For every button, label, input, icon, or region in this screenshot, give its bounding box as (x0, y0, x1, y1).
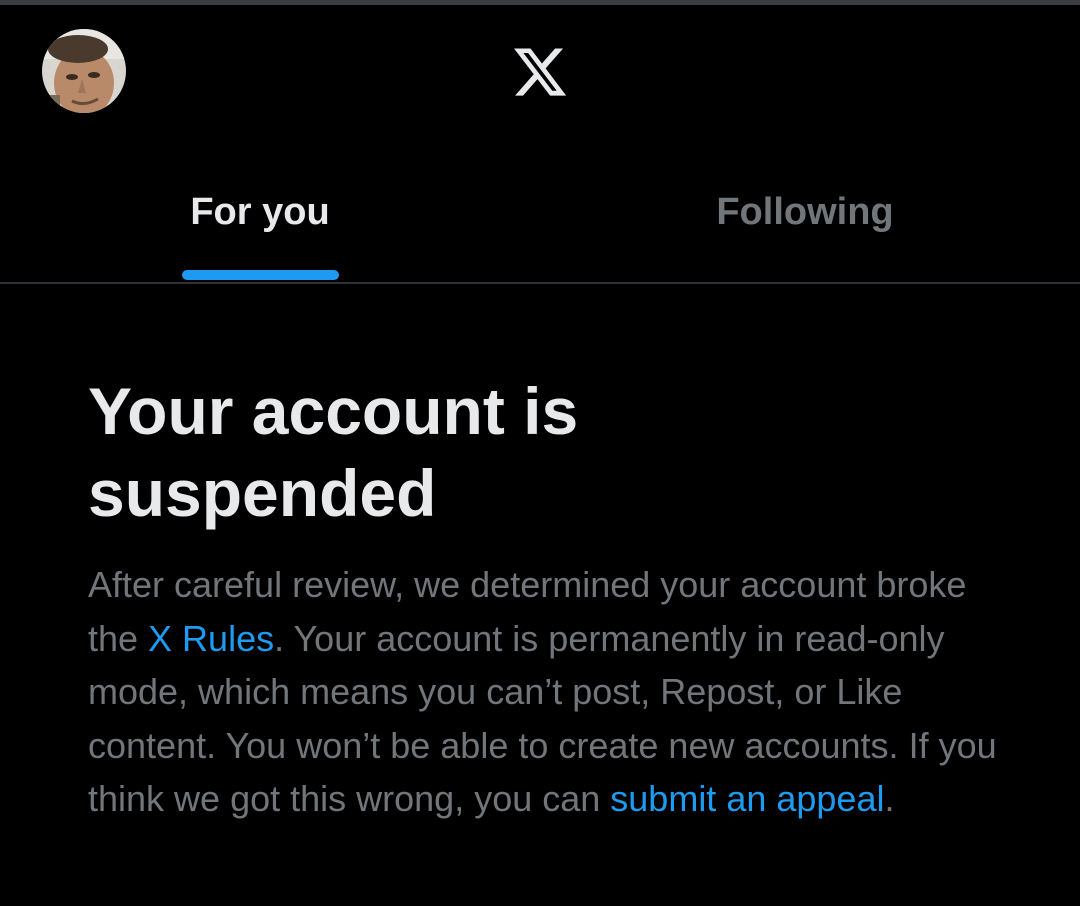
notice-body: After careful review, we determined your… (88, 558, 1008, 826)
timeline-tabs: For you Following (0, 135, 1080, 283)
tab-for-you[interactable]: For you (0, 135, 540, 283)
suspension-notice: Your account is suspended After careful … (88, 370, 1008, 826)
tab-following[interactable]: Following (540, 135, 1080, 283)
avatar-image (42, 29, 126, 113)
tab-following-label: Following (716, 191, 894, 233)
x-rules-link[interactable]: X Rules (148, 618, 274, 659)
header-divider (0, 282, 1080, 284)
notice-title: Your account is suspended (88, 374, 579, 530)
profile-avatar[interactable] (42, 29, 126, 113)
top-app-bar: For you Following (0, 5, 1080, 283)
active-tab-indicator (182, 270, 339, 280)
notice-text-part3: . (884, 778, 895, 819)
tab-for-you-label: For you (190, 191, 330, 233)
x-logo-icon[interactable] (511, 43, 569, 101)
submit-appeal-link[interactable]: submit an appeal (610, 778, 884, 819)
